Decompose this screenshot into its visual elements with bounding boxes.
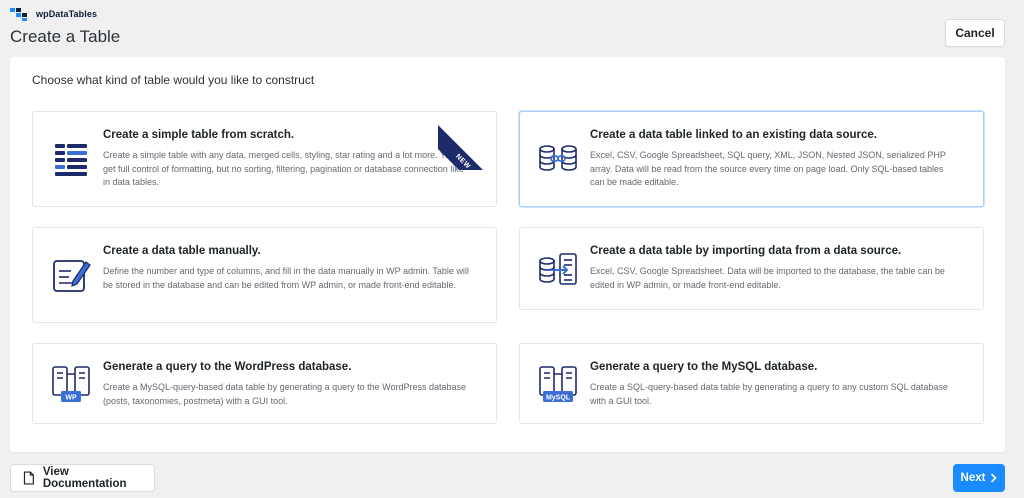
view-documentation-label: View Documentation — [42, 466, 127, 490]
option-title: Generate a query to the MySQL database. — [590, 361, 818, 373]
option-manual-table[interactable]: Create a data table manually. Define the… — [32, 227, 497, 323]
wpdatatables-logo-icon — [10, 8, 27, 21]
view-documentation-button[interactable]: View Documentation — [10, 464, 155, 492]
new-badge-label: NEW — [454, 153, 472, 170]
option-description: Excel, CSV, Google Spreadsheet, SQL quer… — [590, 150, 946, 187]
linked-data-source-icon — [539, 145, 577, 171]
new-badge: NEW — [438, 112, 496, 170]
option-title: Create a simple table from scratch. — [103, 129, 295, 141]
option-wordpress-query[interactable]: WP Generate a query to the WordPress dat… — [32, 343, 497, 424]
option-description: Create a MySQL-query-based data table by… — [103, 382, 467, 406]
next-button[interactable]: Next — [953, 464, 1005, 492]
cancel-button[interactable]: Cancel — [945, 19, 1005, 47]
wordpress-query-icon: WP — [52, 365, 90, 402]
import-data-icon — [539, 252, 577, 285]
option-title: Generate a query to the WordPress databa… — [103, 361, 352, 373]
option-title: Create a data table by importing data fr… — [590, 245, 902, 257]
page-title: Create a Table — [10, 27, 121, 46]
option-title: Create a data table linked to an existin… — [590, 129, 877, 141]
next-label: Next — [960, 472, 986, 484]
option-linked-data-source[interactable]: Create a data table linked to an existin… — [519, 111, 984, 207]
logo-text: wpDataTables — [36, 9, 98, 19]
simple-table-icon — [55, 144, 87, 176]
option-description: Define the number and type of columns, a… — [103, 266, 469, 290]
option-import-data[interactable]: Create a data table by importing data fr… — [519, 227, 984, 310]
option-description: Create a SQL-query-based data table by g… — [590, 382, 948, 406]
manual-entry-icon — [53, 260, 91, 292]
table-type-panel: Choose what kind of table would you like… — [10, 57, 1005, 452]
mysql-query-icon: MySQL — [539, 365, 577, 402]
option-description: Excel, CSV, Google Spreadsheet. Data wil… — [590, 266, 945, 290]
option-description: Create a simple table with any data, mer… — [103, 150, 464, 187]
mysql-icon-label: MySQL — [546, 394, 571, 401]
option-simple-table[interactable]: Create a simple table from scratch. Crea… — [32, 111, 497, 207]
app-logo: wpDataTables — [10, 7, 97, 21]
option-mysql-query[interactable]: MySQL Generate a query to the MySQL data… — [519, 343, 984, 424]
option-title: Create a data table manually. — [103, 245, 261, 257]
document-icon — [23, 471, 34, 485]
panel-prompt: Choose what kind of table would you like… — [32, 73, 315, 87]
chevron-right-icon — [991, 473, 998, 483]
wp-icon-label: WP — [65, 394, 77, 401]
